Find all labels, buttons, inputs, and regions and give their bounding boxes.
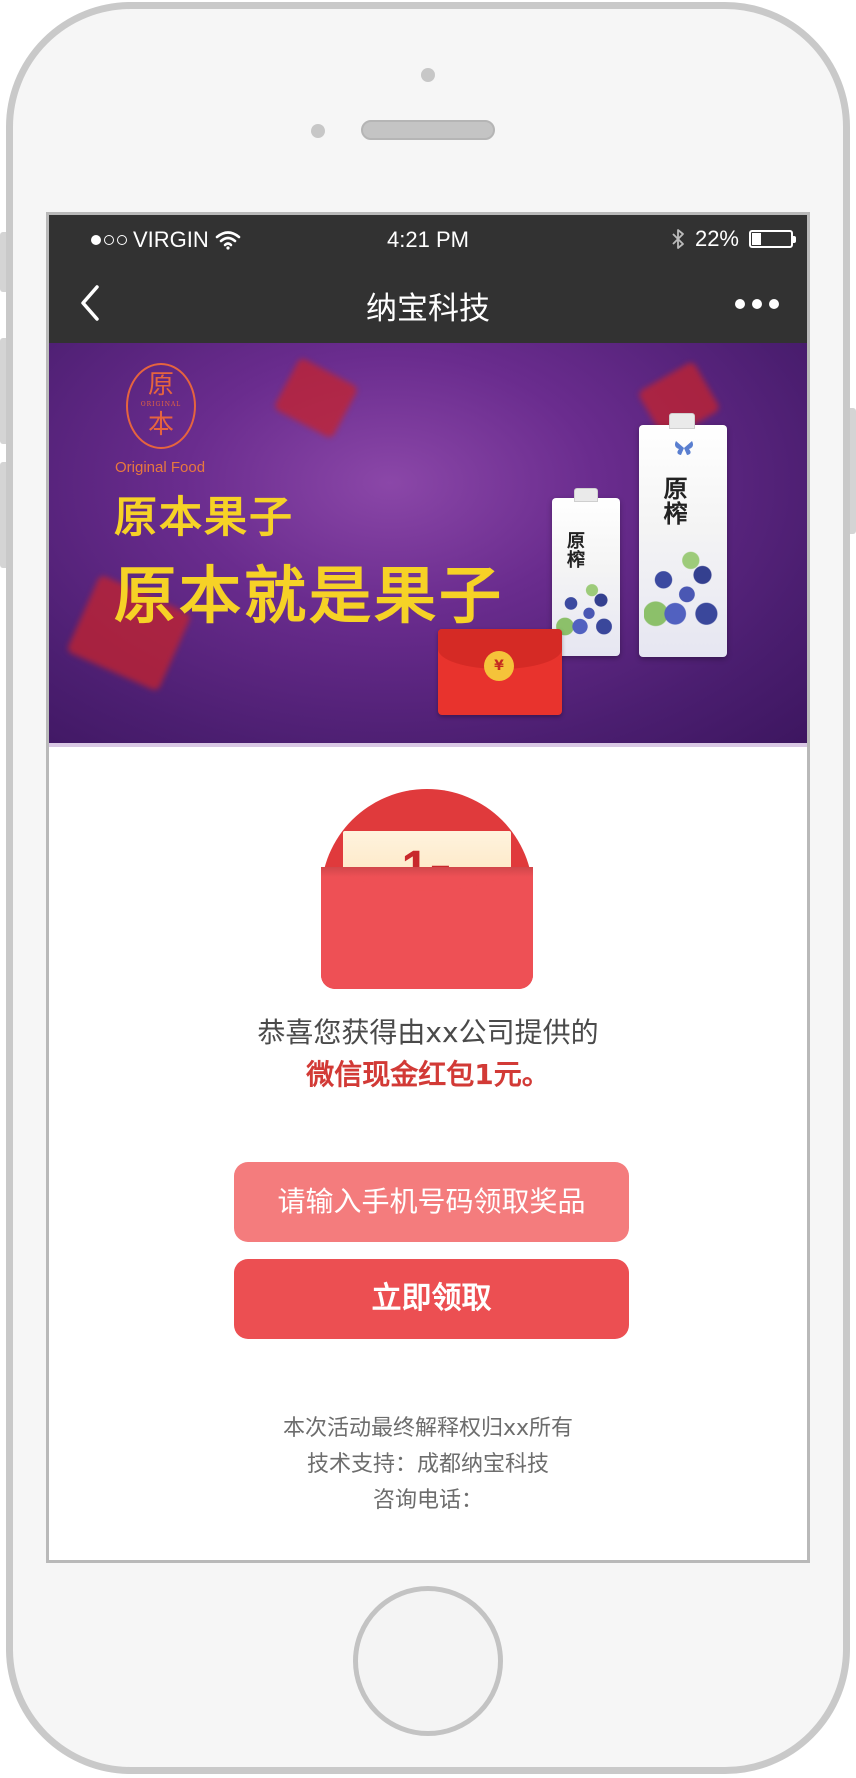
status-bar: VIRGIN 4:21 PM 22% xyxy=(49,215,807,263)
volume-down-button xyxy=(0,462,6,568)
banner-red-packet-icon: ¥ xyxy=(438,629,562,715)
more-dots-icon[interactable] xyxy=(735,299,779,309)
phone-input-button[interactable]: 请输入手机号码领取奖品 xyxy=(234,1162,629,1242)
home-button[interactable] xyxy=(353,1586,503,1736)
red-packet: 1元 xyxy=(321,789,533,989)
nav-bar: 纳宝科技 xyxy=(49,263,807,343)
volume-up-button xyxy=(0,338,6,444)
prize-message: 微信现金红包1元。 xyxy=(306,1058,550,1091)
front-camera xyxy=(421,68,435,82)
product-label-large: 原榨 xyxy=(663,474,688,529)
footer-phone: 咨询电话： xyxy=(372,1488,483,1513)
footer-support: 技术支持：成都纳宝科技 xyxy=(306,1452,549,1477)
claim-now-button[interactable]: 立即领取 xyxy=(234,1259,629,1339)
footer-rights: 本次活动最终解释权归xx所有 xyxy=(282,1416,574,1441)
nav-title: 纳宝科技 xyxy=(366,291,490,327)
screen: VIRGIN 4:21 PM 22% 纳宝科技 原 ORIGINAL 本 Ori… xyxy=(46,212,810,1563)
logo-char-top: 原 xyxy=(147,370,174,400)
product-label-small: 原榨 xyxy=(566,530,585,571)
proximity-sensor xyxy=(311,124,325,138)
juice-carton-small: 原榨 xyxy=(552,488,620,656)
logo-ring-text: ORIGINAL xyxy=(140,401,182,408)
promo-banner: 原 ORIGINAL 本 Original Food 原本果子 原本就是果子 原… xyxy=(49,343,807,743)
power-button xyxy=(850,408,856,534)
logo-subtitle: Original Food xyxy=(115,459,206,476)
logo-char-bottom: 本 xyxy=(147,410,174,440)
red-packet-front xyxy=(321,867,533,989)
earpiece-speaker xyxy=(361,120,495,140)
banner-divider xyxy=(49,743,807,747)
brand-logo: 原 ORIGINAL 本 xyxy=(126,363,196,449)
battery-percent: 22% xyxy=(694,226,739,251)
battery-icon xyxy=(749,230,796,248)
blurred-red-packet-icon xyxy=(273,356,359,440)
banner-slogan-line1: 原本果子 xyxy=(114,493,294,543)
butterfly-icon xyxy=(675,441,693,455)
coin-seal-icon: ¥ xyxy=(484,651,514,681)
congrats-message: 恭喜您获得由xx公司提供的 xyxy=(257,1016,599,1049)
juice-carton-large: 原榨 xyxy=(639,413,727,657)
bluetooth-icon xyxy=(672,229,684,249)
banner-slogan-line2: 原本就是果子 xyxy=(114,559,505,632)
mute-switch xyxy=(0,232,6,292)
